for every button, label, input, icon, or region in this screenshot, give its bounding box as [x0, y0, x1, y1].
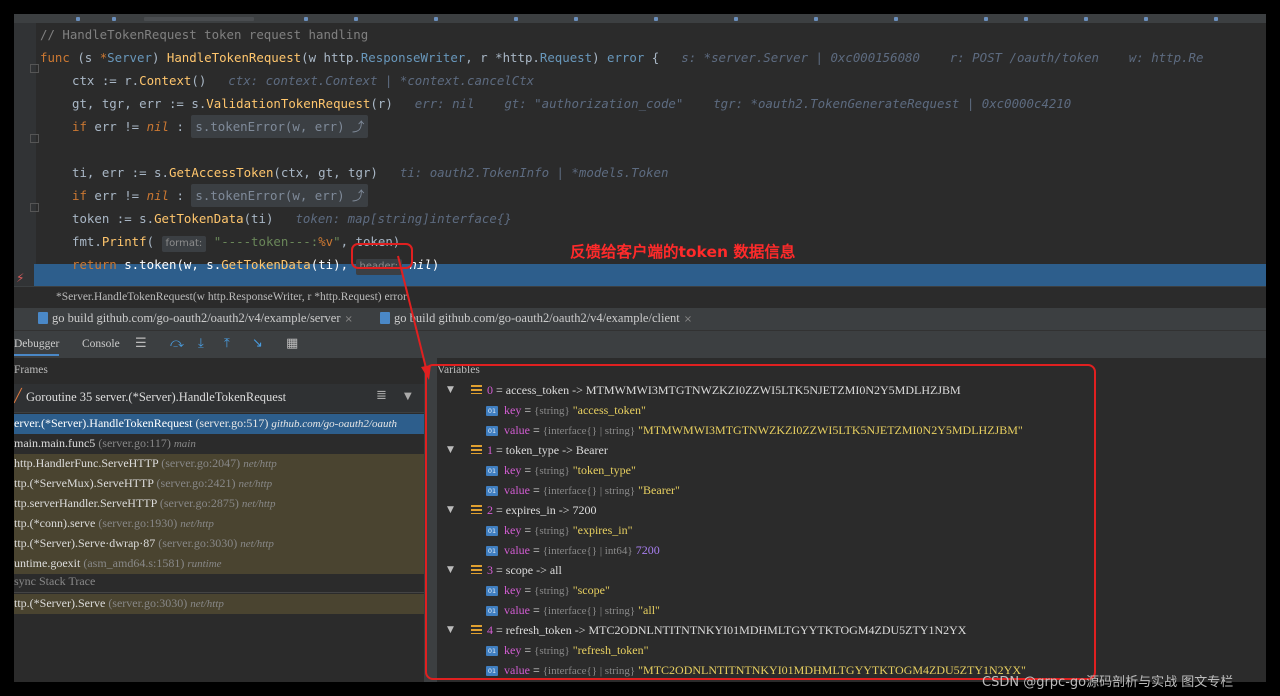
arrow-head: [421, 365, 431, 380]
watermark: CSDN @grpc-go源码剖析与实战 图文专栏: [982, 675, 1234, 690]
annotation-arrow: [397, 255, 431, 380]
arrow-line: [397, 255, 428, 373]
